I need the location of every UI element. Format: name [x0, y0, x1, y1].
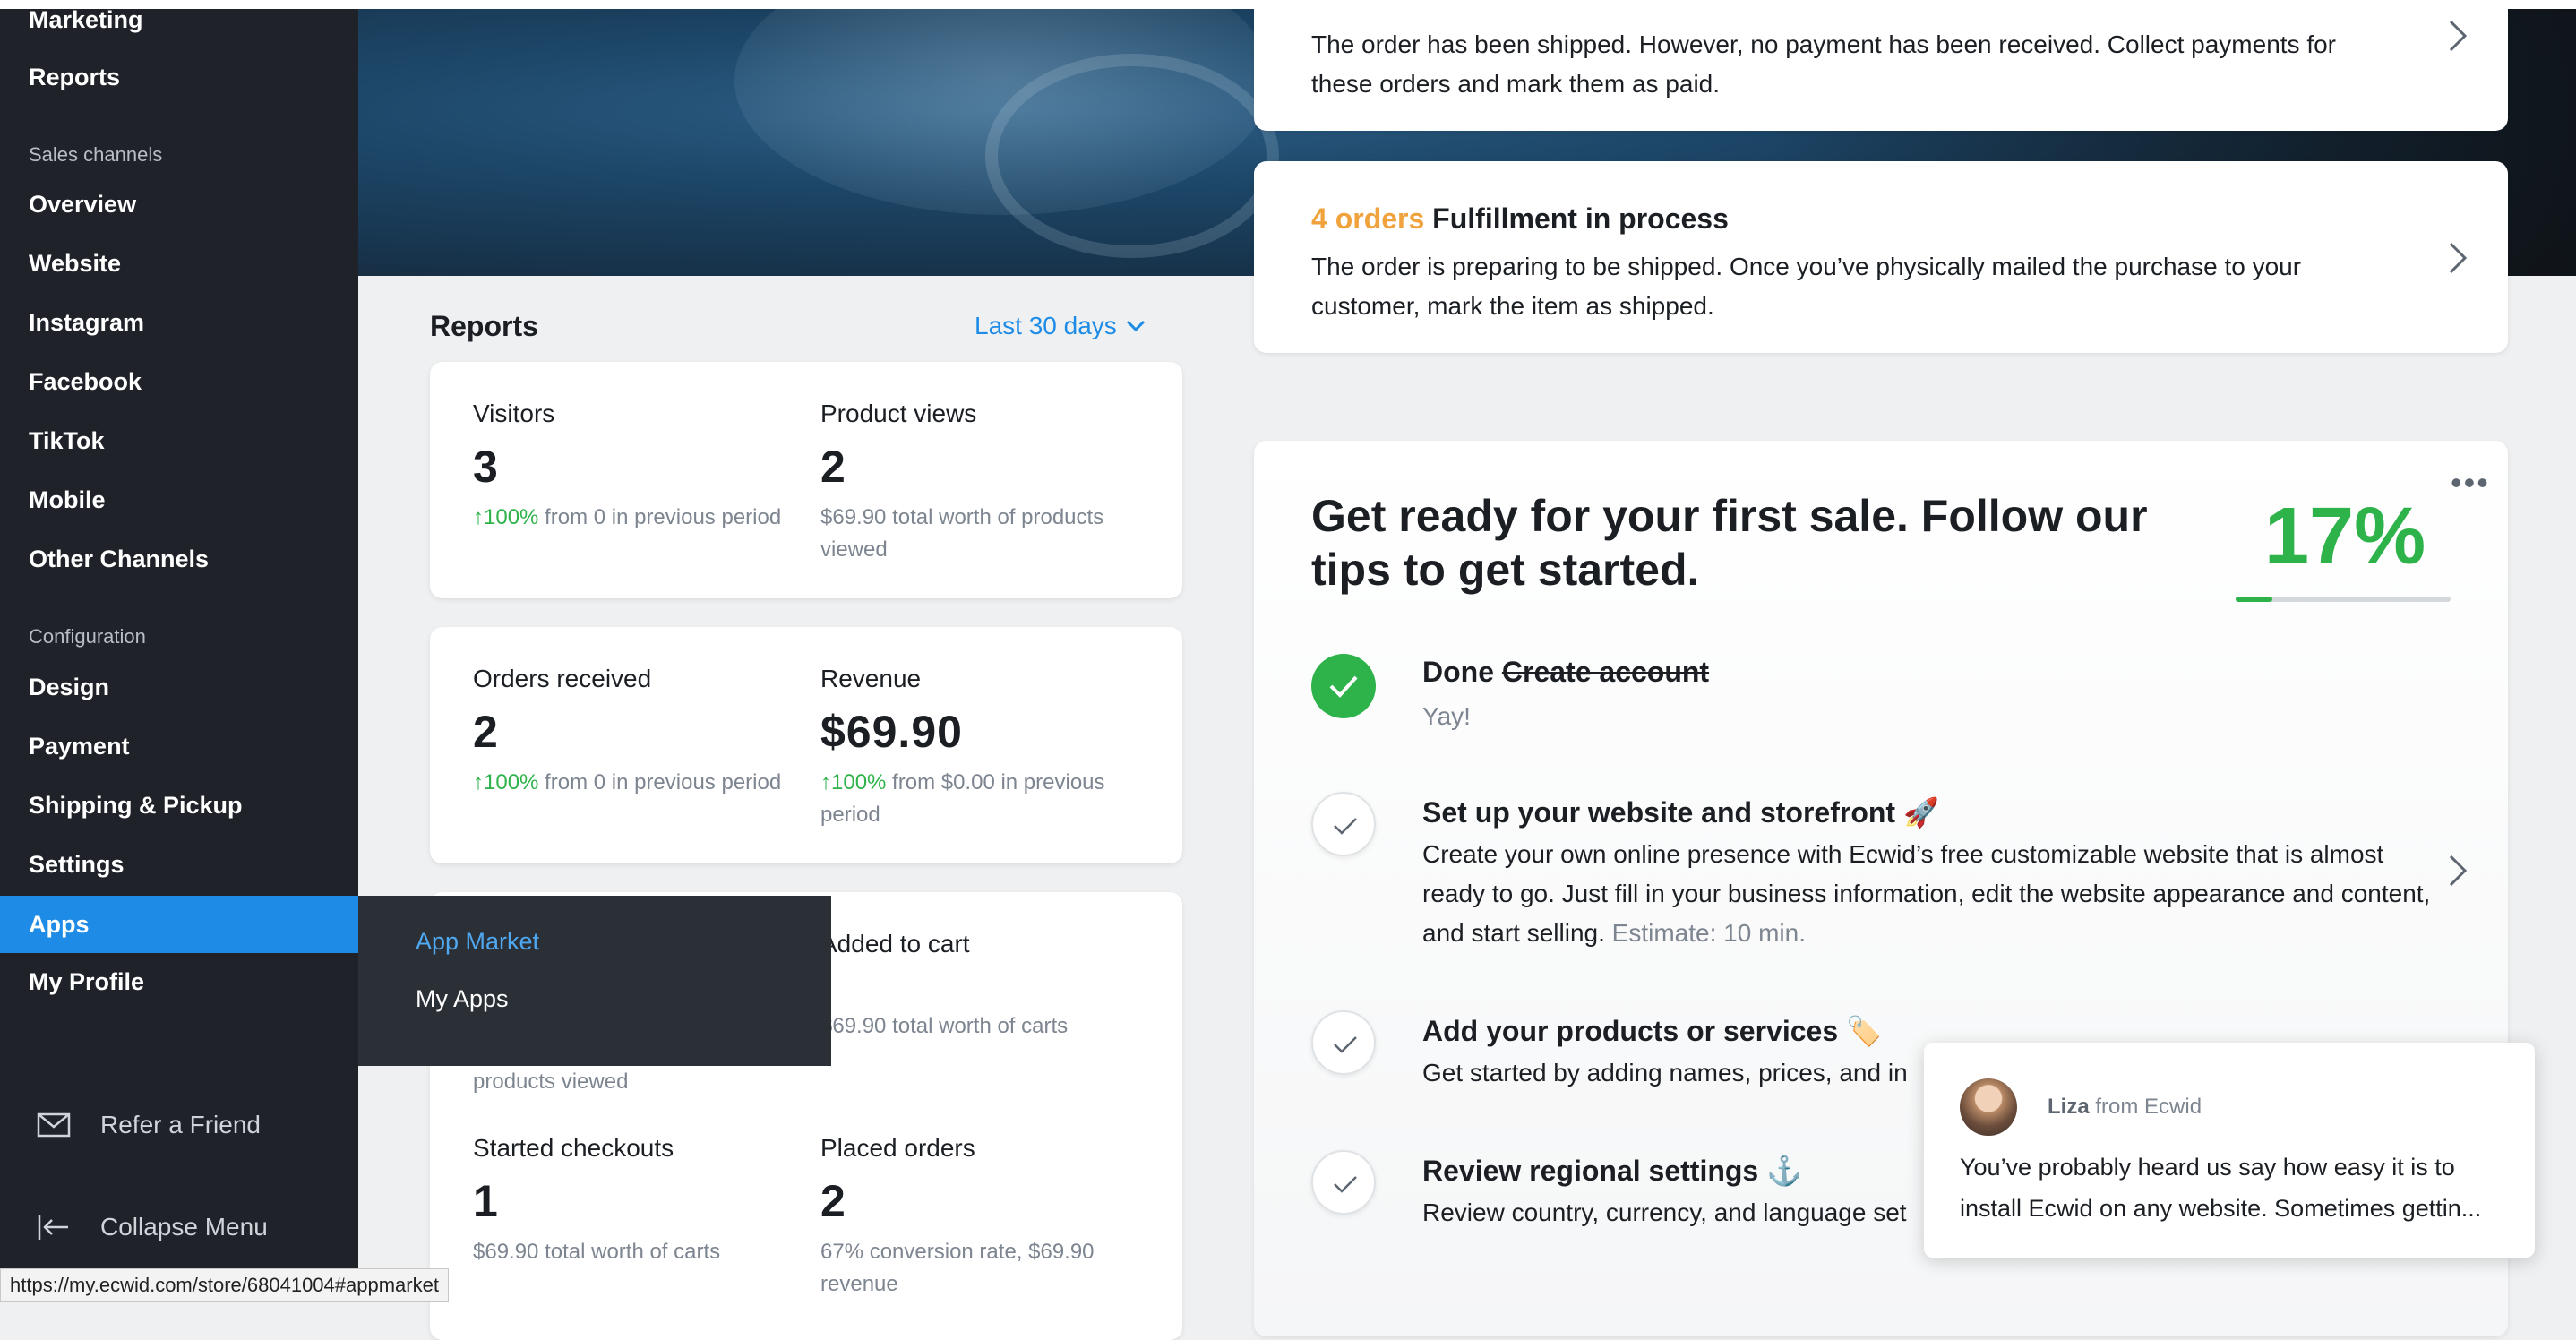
- task-done-check-icon: [1311, 654, 1376, 718]
- sidebar-item-instagram[interactable]: Instagram: [0, 296, 358, 349]
- section-label-sales-channels: Sales channels: [29, 143, 163, 166]
- flyout-item-app-market[interactable]: App Market: [416, 928, 539, 956]
- stat-label: Started checkouts: [473, 1134, 674, 1162]
- stat-note: products viewed: [473, 1069, 629, 1094]
- sidebar-item-facebook[interactable]: Facebook: [0, 355, 358, 408]
- stat-note: $69.90 total worth of products viewed: [820, 505, 1104, 562]
- task-title-website[interactable]: Set up your website and storefront 🚀: [1422, 795, 1939, 829]
- stat-added-to-cart: Added to cart $69.90 total worth of cart…: [820, 930, 1143, 1043]
- stat-label: Placed orders: [820, 1134, 975, 1162]
- fulfillment-text: The order is preparing to be shipped. On…: [1311, 253, 2302, 320]
- stat-note: 67% conversion rate, $69.90 revenue: [820, 1240, 1095, 1296]
- stat-value: 2: [820, 442, 846, 492]
- stat-value: 1: [473, 1176, 499, 1226]
- stat-label: Revenue: [820, 665, 922, 692]
- sidebar-item-reports[interactable]: Reports: [0, 50, 358, 104]
- apps-flyout-menu: App Market My Apps: [358, 896, 831, 1066]
- collapse-menu-label: Collapse Menu: [100, 1213, 268, 1241]
- unpaid-orders-card[interactable]: The order has been shipped. However, no …: [1254, 0, 2508, 131]
- chat-message: You’ve probably heard us say how easy it…: [1960, 1154, 2482, 1222]
- collapse-arrow-icon: [38, 1215, 68, 1240]
- tips-title: Get ready for your first sale. Follow ou…: [1311, 491, 2148, 595]
- stat-label: Product views: [820, 399, 977, 427]
- window-top-edge: [0, 0, 2576, 9]
- sidebar-item-payment[interactable]: Payment: [0, 719, 358, 773]
- fulfillment-count: 4 orders: [1311, 202, 1425, 235]
- avatar: [1960, 1078, 2017, 1136]
- fulfillment-card[interactable]: 4 orders Fulfillment in process The orde…: [1254, 161, 2508, 353]
- reports-title: Reports: [430, 310, 538, 342]
- task-desc-website: Create your own online presence with Ecw…: [1422, 840, 2431, 947]
- flyout-item-my-apps[interactable]: My Apps: [416, 985, 509, 1013]
- refer-a-friend-link[interactable]: Refer a Friend: [36, 1107, 261, 1143]
- stat-label: Added to cart: [820, 930, 970, 958]
- collapse-menu-button[interactable]: Collapse Menu: [36, 1209, 268, 1245]
- status-bar-url: https://my.ecwid.com/store/68041004#appm…: [0, 1268, 449, 1302]
- tips-progress-percent: 17%: [2264, 492, 2426, 581]
- refer-a-friend-label: Refer a Friend: [100, 1111, 261, 1138]
- task-todo-check-icon[interactable]: [1311, 792, 1376, 856]
- task-title-regional-settings[interactable]: Review regional settings ⚓: [1422, 1154, 1802, 1188]
- report-card-visitors: Visitors 3 ↑100% from 0 in previous peri…: [430, 362, 1182, 598]
- sidebar-item-design[interactable]: Design: [0, 660, 358, 714]
- chat-popup[interactable]: Liza from Ecwid You’ve probably heard us…: [1924, 1043, 2535, 1258]
- stat-label: Orders received: [473, 665, 652, 692]
- chevron-down-icon: [1126, 320, 1145, 332]
- sidebar-item-website[interactable]: Website: [0, 236, 358, 290]
- stat-note: ↑100% from 0 in previous period: [473, 770, 782, 795]
- task-title-create-account: Done Create account: [1422, 656, 1710, 688]
- stat-visitors: Visitors 3 ↑100% from 0 in previous peri…: [473, 399, 795, 534]
- sidebar-item-other-channels[interactable]: Other Channels: [0, 532, 358, 586]
- task-desc-create-account: Yay!: [1422, 702, 1471, 730]
- envelope-icon: [37, 1112, 71, 1138]
- chat-sender: Liza from Ecwid: [2048, 1095, 2202, 1119]
- stat-value: 3: [473, 442, 499, 492]
- date-range-dropdown[interactable]: Last 30 days: [975, 312, 1146, 340]
- section-label-configuration: Configuration: [29, 625, 146, 648]
- report-card-orders: Orders received 2 ↑100% from 0 in previo…: [430, 627, 1182, 863]
- stat-value: 2: [820, 1176, 846, 1226]
- sidebar-item-shipping-pickup[interactable]: Shipping & Pickup: [0, 778, 358, 832]
- sidebar-item-tiktok[interactable]: TikTok: [0, 414, 358, 468]
- date-range-label: Last 30 days: [975, 312, 1117, 339]
- stat-value: $69.90: [820, 707, 963, 757]
- task-todo-check-icon[interactable]: [1311, 1150, 1376, 1215]
- sidebar-item-my-profile[interactable]: My Profile: [0, 955, 358, 1009]
- stat-label: Visitors: [473, 399, 555, 427]
- stat-product-views: Product views 2 $69.90 total worth of pr…: [820, 399, 1143, 566]
- sidebar-item-overview[interactable]: Overview: [0, 177, 358, 231]
- chevron-right-icon: [2449, 20, 2468, 52]
- stat-note: $69.90 total worth of carts: [820, 1014, 1069, 1038]
- unpaid-orders-text: The order has been shipped. However, no …: [1311, 30, 2336, 98]
- chevron-right-icon[interactable]: [2447, 853, 2469, 889]
- task-todo-check-icon[interactable]: [1311, 1010, 1376, 1075]
- sidebar-item-settings[interactable]: Settings: [0, 838, 358, 891]
- more-options-icon[interactable]: •••: [2451, 464, 2490, 502]
- tips-progress-bar: [2236, 597, 2451, 602]
- chevron-right-icon: [2449, 242, 2468, 274]
- sidebar-item-mobile[interactable]: Mobile: [0, 473, 358, 527]
- task-title-products[interactable]: Add your products or services 🏷️: [1422, 1014, 1882, 1048]
- sidebar-item-apps[interactable]: Apps: [0, 896, 358, 953]
- stat-note: ↑100% from 0 in previous period: [473, 505, 782, 529]
- stat-revenue: Revenue $69.90 ↑100% from $0.00 in previ…: [820, 665, 1143, 831]
- stat-note: $69.90 total worth of carts: [473, 1240, 721, 1264]
- stat-note: ↑100% from $0.00 in previous period: [820, 770, 1105, 827]
- fulfillment-heading: 4 orders Fulfillment in process: [1311, 202, 1729, 236]
- stat-value: 2: [473, 707, 499, 757]
- fulfillment-title: Fulfillment in process: [1432, 202, 1729, 235]
- stat-placed-orders: Placed orders 2 67% conversion rate, $69…: [820, 1134, 1143, 1301]
- sidebar: Marketing Reports Sales channels Overvie…: [0, 0, 358, 1301]
- stat-started-checkouts: Started checkouts 1 $69.90 total worth o…: [473, 1134, 795, 1268]
- stat-orders-received: Orders received 2 ↑100% from 0 in previo…: [473, 665, 795, 799]
